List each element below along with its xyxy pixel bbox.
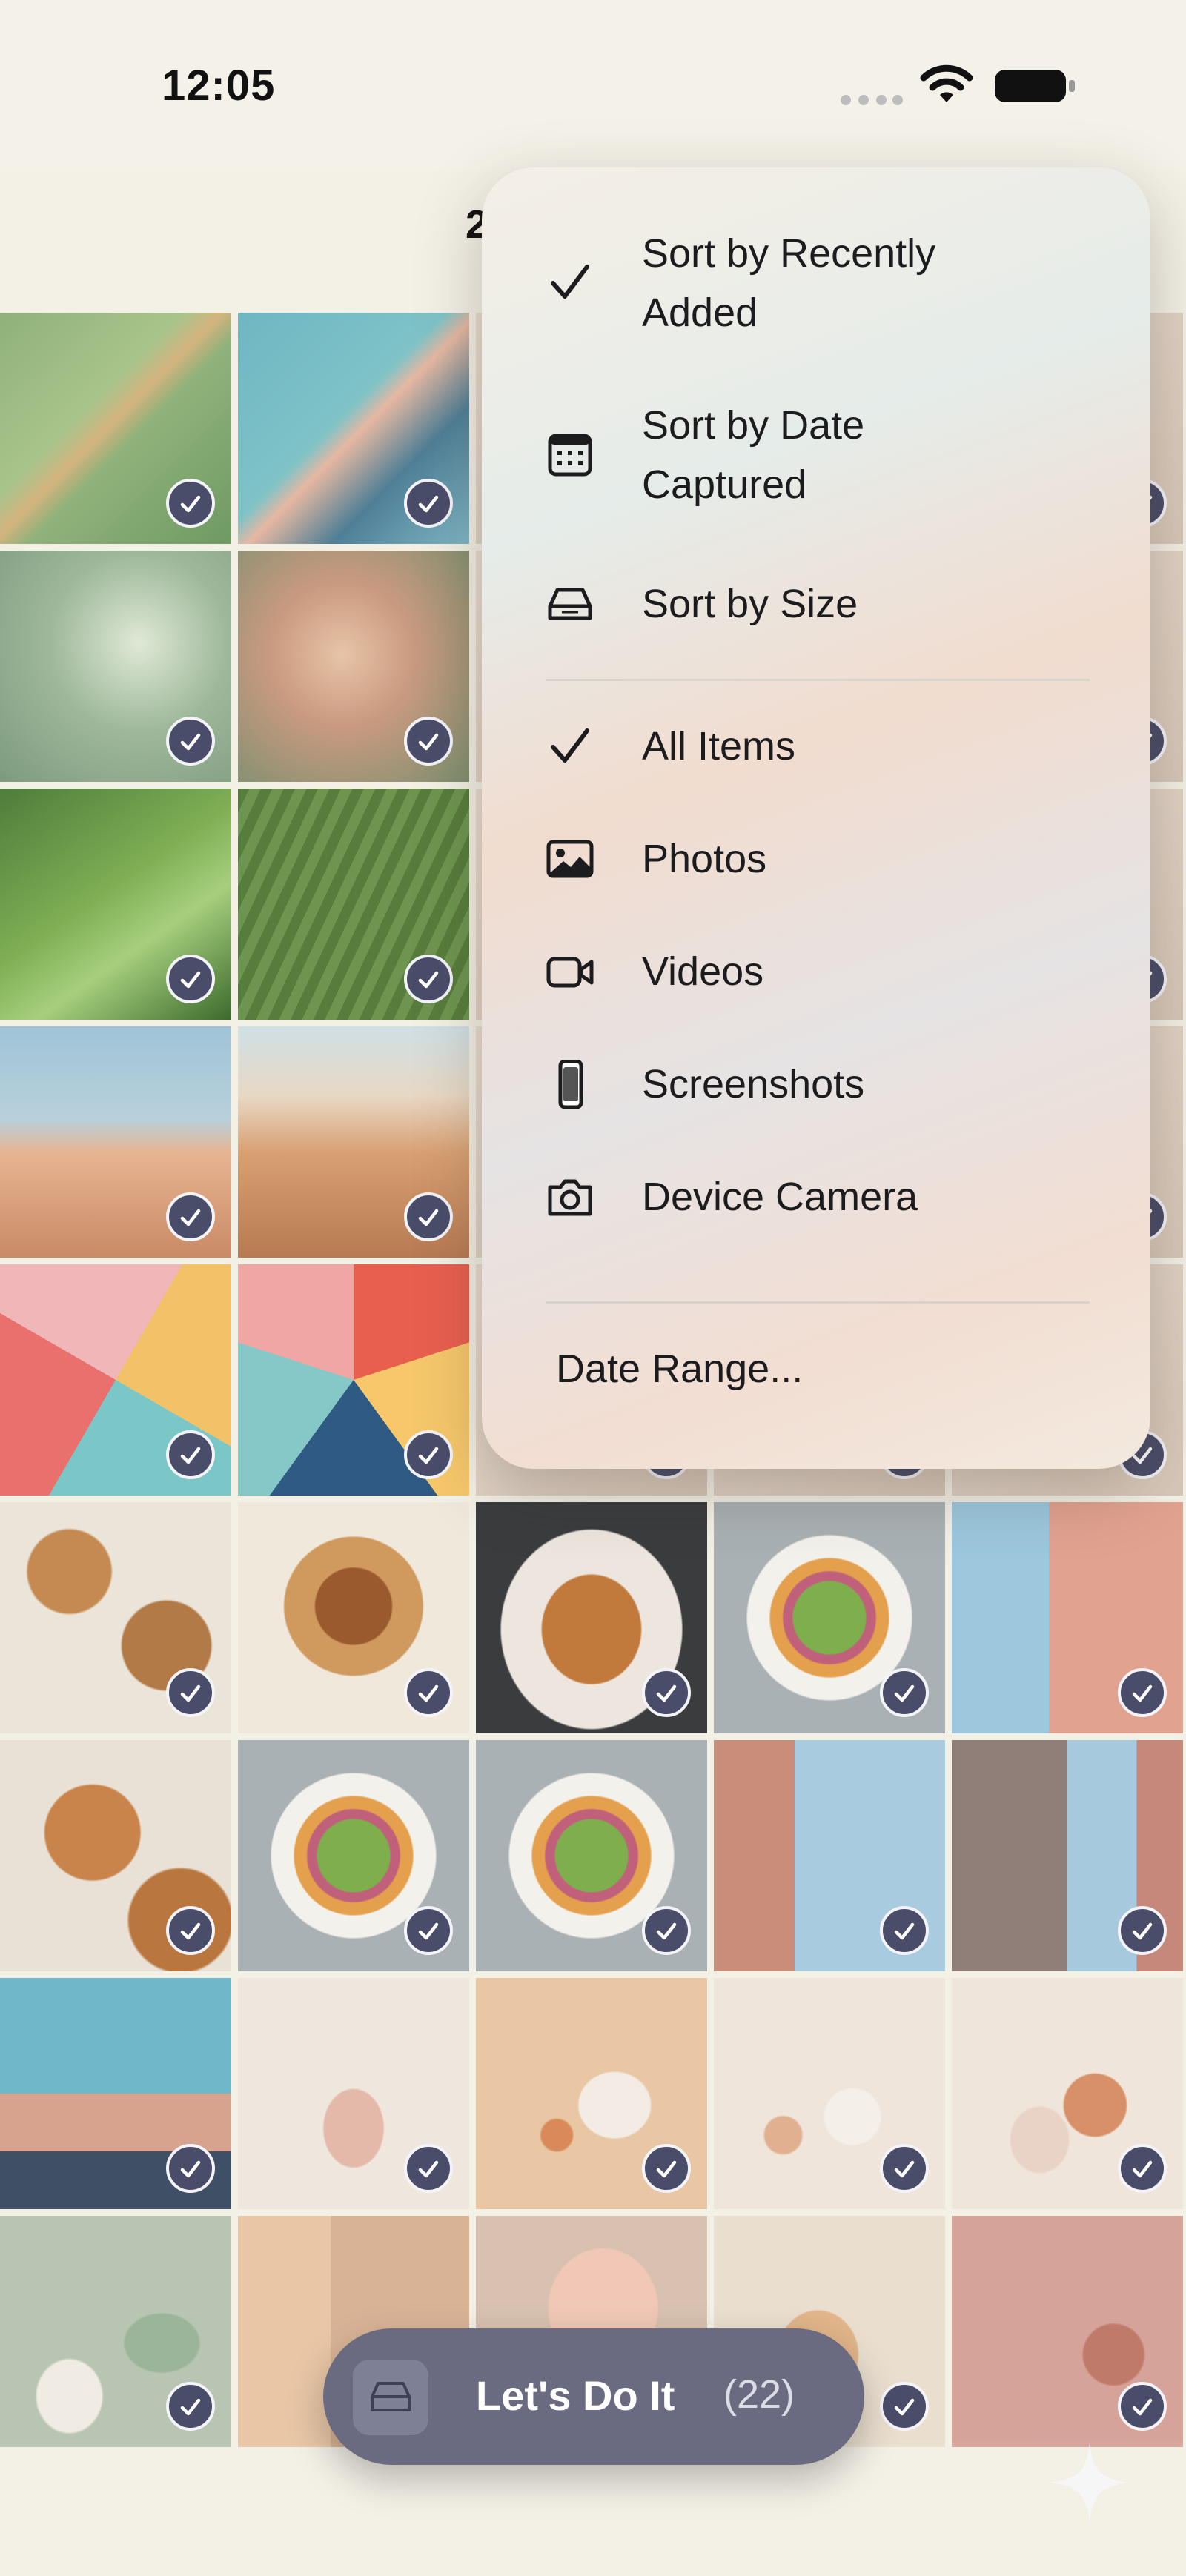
menu-item-photos[interactable]: Photos xyxy=(482,818,1150,900)
photo-tile[interactable] xyxy=(952,1978,1183,2209)
checkmark-icon xyxy=(551,265,589,299)
menu-divider xyxy=(546,1301,1090,1304)
photo-tile[interactable] xyxy=(0,1264,231,1496)
photo-tile[interactable] xyxy=(0,551,231,782)
selected-check-icon[interactable] xyxy=(1118,2144,1167,2193)
menu-item-label: Screenshots xyxy=(642,1062,865,1106)
menu-item-all-items[interactable]: All Items xyxy=(482,706,1150,787)
photo-tile[interactable] xyxy=(238,1026,469,1258)
photo-tile[interactable] xyxy=(476,1502,707,1733)
signal-icon xyxy=(841,95,903,105)
photo-tile[interactable] xyxy=(952,1502,1183,1733)
sort-filter-menu: Sort by Recently Added Sort by Date Capt… xyxy=(482,167,1150,1469)
photo-tile[interactable] xyxy=(238,1264,469,1496)
photo-tile[interactable] xyxy=(952,2216,1183,2447)
selected-check-icon[interactable] xyxy=(404,1906,453,1955)
photo-tile[interactable] xyxy=(0,2216,231,2447)
selected-check-icon[interactable] xyxy=(642,1906,691,1955)
photo-tile[interactable] xyxy=(0,789,231,1020)
selected-check-icon[interactable] xyxy=(404,717,453,766)
sparkle-icon xyxy=(1050,2443,1130,2523)
photo-icon xyxy=(546,840,594,878)
menu-item-label: Videos xyxy=(642,949,764,994)
selected-check-icon[interactable] xyxy=(642,2144,691,2193)
menu-item-device-camera[interactable]: Device Camera xyxy=(482,1156,1150,1238)
video-icon xyxy=(546,957,594,988)
wifi-icon xyxy=(920,64,973,102)
cta-label: Let's Do It xyxy=(476,2372,675,2419)
selected-check-icon[interactable] xyxy=(1118,1906,1167,1955)
menu-divider xyxy=(546,679,1090,681)
selected-check-icon[interactable] xyxy=(880,1668,929,1717)
selected-check-icon[interactable] xyxy=(404,1430,453,1479)
status-time: 12:05 xyxy=(162,62,276,110)
selected-check-icon[interactable] xyxy=(166,955,215,1003)
selected-check-icon[interactable] xyxy=(166,1192,215,1241)
selected-check-icon[interactable] xyxy=(166,479,215,528)
photo-tile[interactable] xyxy=(238,313,469,544)
selected-check-icon[interactable] xyxy=(166,1668,215,1717)
selected-check-icon[interactable] xyxy=(404,479,453,528)
photo-tile[interactable] xyxy=(476,1740,707,1971)
selected-check-icon[interactable] xyxy=(642,1668,691,1717)
checkmark-icon xyxy=(551,728,589,763)
battery-icon xyxy=(995,70,1075,102)
photo-tile[interactable] xyxy=(0,1740,231,1971)
selected-check-icon[interactable] xyxy=(404,2144,453,2193)
photo-tile[interactable] xyxy=(238,1502,469,1733)
photo-tile[interactable] xyxy=(238,1740,469,1971)
menu-item-label: Sort by Recently Added xyxy=(642,231,936,335)
menu-item-screenshots[interactable]: Screenshots xyxy=(482,1043,1150,1125)
cta-count: (22) xyxy=(723,2372,795,2417)
photo-tile[interactable] xyxy=(0,1502,231,1733)
lets-do-it-button[interactable]: Let's Do It (22) xyxy=(323,2328,864,2465)
selected-check-icon[interactable] xyxy=(1118,1668,1167,1717)
menu-item-label: Sort by Date Captured xyxy=(642,403,865,507)
menu-item-sort-date-captured[interactable]: Sort by Date Captured xyxy=(482,391,1150,525)
photo-tile[interactable] xyxy=(238,1978,469,2209)
menu-item-videos[interactable]: Videos xyxy=(482,931,1150,1012)
photo-tile[interactable] xyxy=(238,551,469,782)
selected-check-icon[interactable] xyxy=(880,2382,929,2431)
photo-tile[interactable] xyxy=(0,1026,231,1258)
phone-icon xyxy=(558,1060,583,1109)
selected-check-icon[interactable] xyxy=(404,955,453,1003)
calendar-icon xyxy=(548,434,592,477)
selected-check-icon[interactable] xyxy=(404,1192,453,1241)
selected-check-icon[interactable] xyxy=(1118,2382,1167,2431)
selected-check-icon[interactable] xyxy=(166,2382,215,2431)
photo-tile[interactable] xyxy=(476,1978,707,2209)
menu-item-label: Date Range... xyxy=(556,1347,804,1391)
disk-icon xyxy=(353,2360,428,2435)
photo-tile[interactable] xyxy=(0,1978,231,2209)
photo-tile[interactable] xyxy=(714,1502,945,1733)
selected-check-icon[interactable] xyxy=(166,717,215,766)
photo-tile[interactable] xyxy=(0,313,231,544)
selected-check-icon[interactable] xyxy=(404,1668,453,1717)
selected-check-icon[interactable] xyxy=(880,1906,929,1955)
photo-tile[interactable] xyxy=(714,1740,945,1971)
photo-tile[interactable] xyxy=(238,789,469,1020)
status-bar: 12:05 2 xyxy=(0,0,1186,247)
selected-check-icon[interactable] xyxy=(166,2144,215,2193)
menu-item-label: Photos xyxy=(642,837,767,881)
photo-tile[interactable] xyxy=(952,1740,1183,1971)
camera-icon xyxy=(548,1179,592,1216)
selected-check-icon[interactable] xyxy=(166,1430,215,1479)
menu-item-label: All Items xyxy=(642,724,796,769)
menu-item-sort-size[interactable]: Sort by Size xyxy=(482,563,1150,645)
photo-tile[interactable] xyxy=(714,1978,945,2209)
menu-item-label: Sort by Size xyxy=(642,582,858,626)
selected-check-icon[interactable] xyxy=(166,1906,215,1955)
menu-item-sort-recently-added[interactable]: Sort by Recently Added xyxy=(482,219,1150,353)
disk-icon xyxy=(548,588,592,620)
menu-item-label: Device Camera xyxy=(642,1175,918,1219)
menu-item-date-range[interactable]: Date Range... xyxy=(482,1328,1150,1410)
selected-check-icon[interactable] xyxy=(880,2144,929,2193)
